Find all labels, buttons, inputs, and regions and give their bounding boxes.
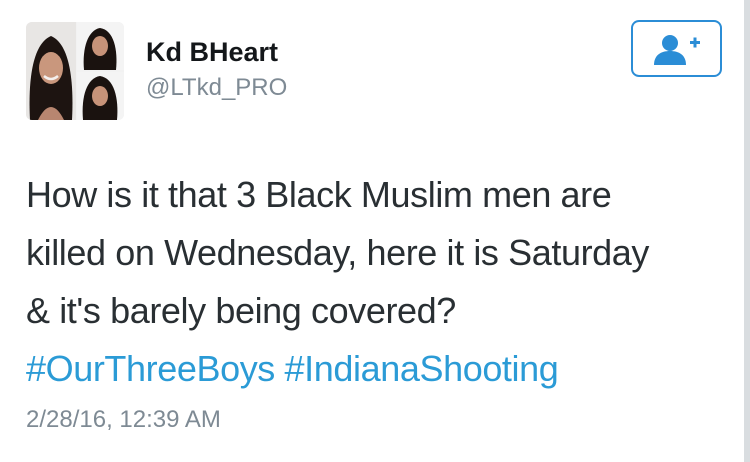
hashtag-link[interactable]: #OurThreeBoys bbox=[26, 348, 275, 389]
avatar[interactable] bbox=[26, 22, 124, 120]
display-name[interactable]: Kd BHeart bbox=[146, 37, 278, 68]
tweet-text-line: killed on Wednesday, here it is Saturday bbox=[26, 232, 650, 273]
profile-photo-icon bbox=[26, 22, 124, 120]
scroll-edge bbox=[744, 0, 750, 462]
timestamp[interactable]: 2/28/16, 12:39 AM bbox=[26, 406, 221, 434]
hashtag-line: #OurThreeBoys #IndianaShooting bbox=[26, 340, 731, 398]
tweet-text-line: How is it that 3 Black Muslim men are bbox=[26, 174, 612, 215]
add-user-icon bbox=[654, 35, 700, 65]
hashtag-link[interactable]: #IndianaShooting bbox=[285, 348, 559, 389]
follow-button[interactable] bbox=[631, 20, 722, 77]
tweet-text: How is it that 3 Black Muslim men are ki… bbox=[26, 166, 731, 398]
tweet-text-line: & it's barely being covered? bbox=[26, 290, 456, 331]
tweet-card: Kd BHeart @LTkd_PRO How is it that 3 Bla… bbox=[0, 0, 750, 462]
user-handle[interactable]: @LTkd_PRO bbox=[146, 74, 287, 102]
